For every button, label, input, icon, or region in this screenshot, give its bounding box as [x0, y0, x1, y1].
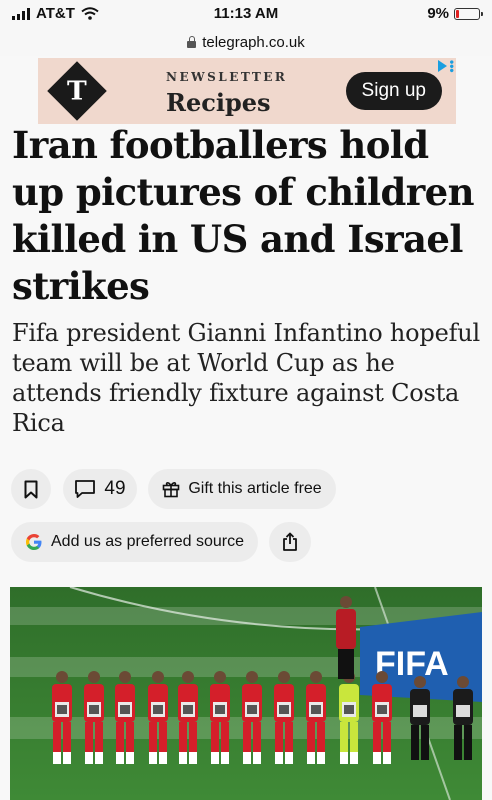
- google-icon: [26, 534, 42, 550]
- gift-article-button[interactable]: Gift this article free: [148, 469, 336, 509]
- comment-count: 49: [104, 478, 126, 499]
- telegraph-logo: T: [47, 61, 107, 121]
- article-standfirst: Fifa president Gianni Infantino hopeful …: [12, 319, 480, 437]
- comment-icon: [75, 480, 96, 498]
- share-button[interactable]: [269, 522, 311, 562]
- gift-icon: [163, 482, 180, 498]
- ad-kicker: NEWSLETTER: [166, 70, 288, 84]
- bookmark-icon: [24, 480, 38, 498]
- sign-up-button[interactable]: Sign up: [345, 72, 442, 110]
- status-time: 11:13 AM: [213, 5, 279, 22]
- article-headline: Iran footballers hold up pictures of chi…: [12, 123, 474, 308]
- preferred-source-label: Add us as preferred source: [51, 533, 244, 550]
- comments-button[interactable]: 49: [63, 469, 137, 509]
- battery-icon: [454, 7, 483, 20]
- preferred-source-button[interactable]: Add us as preferred source: [11, 522, 258, 562]
- url-text[interactable]: telegraph.co.uk: [202, 34, 305, 51]
- battery-percent: 9%: [427, 5, 449, 22]
- lock-icon: [187, 35, 197, 48]
- article-page: T NEWSLETTER Recipes Sign up ••• Iran fo…: [0, 56, 492, 800]
- bookmark-button[interactable]: [11, 469, 51, 509]
- article-photo[interactable]: FIFA: [10, 587, 482, 800]
- status-bar: AT&T 11:13 AM 9%: [0, 0, 492, 28]
- url-bar[interactable]: telegraph.co.uk: [0, 28, 492, 56]
- gift-label: Gift this article free: [188, 480, 322, 497]
- newsletter-ad[interactable]: T NEWSLETTER Recipes Sign up •••: [38, 58, 456, 124]
- share-icon: [283, 532, 297, 551]
- adchoices-icon[interactable]: •••: [438, 60, 456, 73]
- photo-illustration: FIFA: [10, 587, 482, 800]
- status-right: 9%: [427, 5, 483, 22]
- logo-letter: T: [67, 75, 87, 107]
- ad-title: Recipes: [166, 88, 271, 117]
